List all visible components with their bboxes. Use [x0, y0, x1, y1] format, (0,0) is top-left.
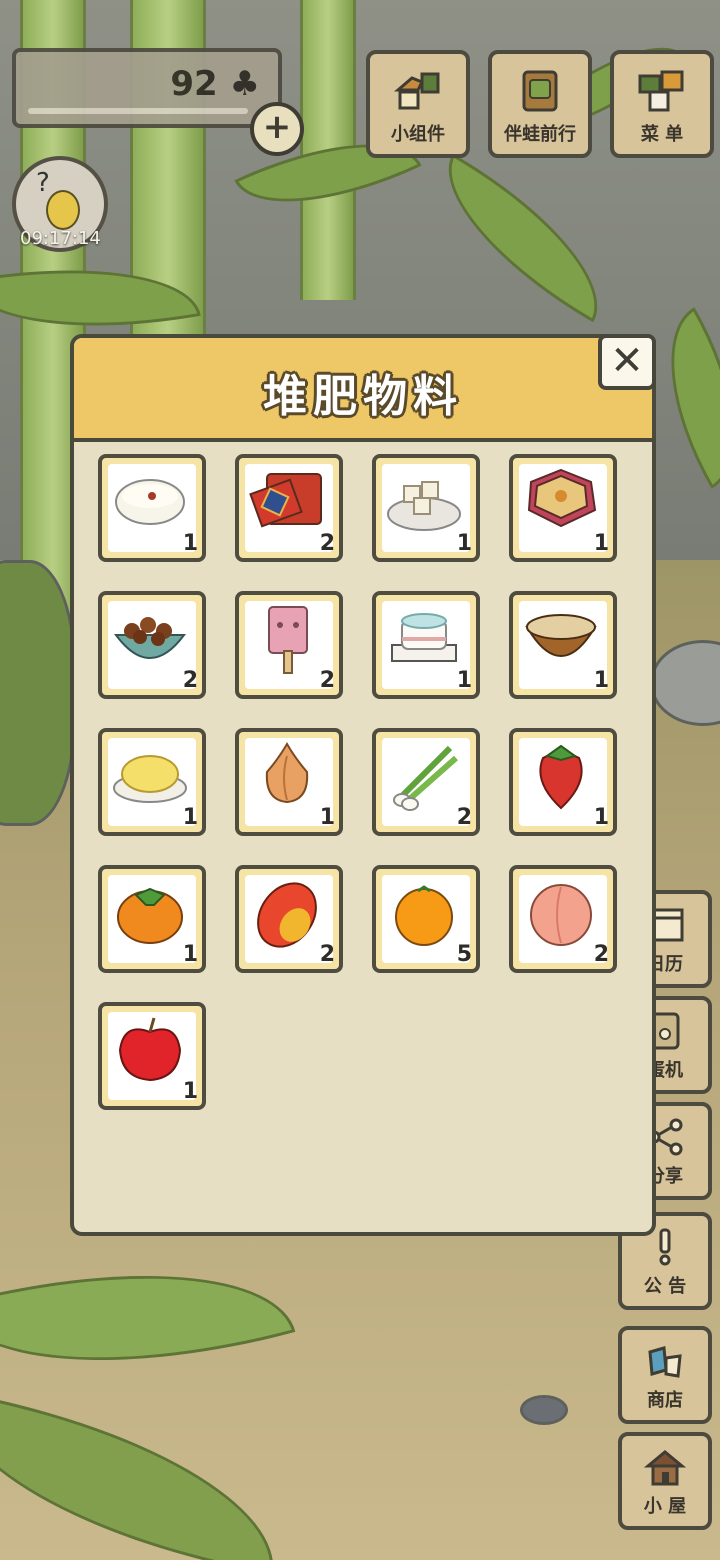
- clover-counter: 92 ♣: [12, 48, 282, 128]
- strawberry-icon: [539, 744, 583, 810]
- item-count: 1: [456, 668, 472, 693]
- item-slot[interactable]: 1: [98, 865, 206, 973]
- item-slot[interactable]: 1: [509, 728, 617, 836]
- shop-icon: [648, 1346, 682, 1378]
- clover-icon: ♣: [229, 64, 260, 104]
- question-mark-icon: ?: [36, 168, 50, 198]
- item-count: 2: [593, 942, 609, 967]
- lucky-gift-box-icon: [249, 473, 322, 528]
- item-count: 1: [593, 668, 609, 693]
- close-button[interactable]: ✕: [598, 334, 656, 390]
- item-count: 1: [182, 531, 198, 556]
- mandarin-orange-icon: [395, 885, 453, 946]
- widget-icon: [393, 72, 440, 110]
- item-slot[interactable]: 1: [98, 454, 206, 562]
- pink-popsicle-icon: [268, 606, 308, 674]
- house-label: 小 屋: [643, 1496, 687, 1517]
- chestnut-bowl-icon: [114, 617, 186, 659]
- item-slot[interactable]: 1: [372, 591, 480, 699]
- persimmon-icon: [117, 887, 183, 944]
- onion-icon: [265, 741, 309, 804]
- item-slot[interactable]: 1: [509, 591, 617, 699]
- mango-icon: [257, 882, 317, 948]
- bento-box-icon: [527, 468, 597, 528]
- item-count: 1: [593, 805, 609, 830]
- item-slot[interactable]: 5: [372, 865, 480, 973]
- item-count: 1: [182, 1079, 198, 1104]
- menu-button[interactable]: 菜 单: [610, 50, 714, 158]
- miso-soup-icon: [525, 614, 597, 657]
- green-onion-icon: [393, 745, 458, 811]
- item-count: 1: [456, 531, 472, 556]
- notice-label: 公 告: [643, 1276, 687, 1297]
- item-count: 5: [456, 942, 472, 967]
- close-icon: ✕: [610, 338, 644, 384]
- rice-porridge-icon: [115, 479, 185, 525]
- item-count: 2: [456, 805, 472, 830]
- item-slot[interactable]: 1: [372, 454, 480, 562]
- menu-label: 菜 单: [640, 124, 684, 145]
- shop-button[interactable]: 商店: [618, 1326, 712, 1424]
- widget-label: 小组件: [391, 124, 445, 145]
- widget-button[interactable]: 小组件: [366, 50, 470, 158]
- sponge-cake-icon: [391, 613, 457, 662]
- item-count: 1: [593, 531, 609, 556]
- peach-icon: [530, 884, 592, 946]
- frog-icon: [46, 190, 80, 230]
- shop-label: 商店: [647, 1390, 683, 1411]
- item-count: 1: [319, 805, 335, 830]
- item-count: 2: [319, 531, 335, 556]
- bush: [0, 560, 76, 826]
- pebble: [520, 1395, 568, 1425]
- frog-companion-label: 伴蛙前行: [504, 124, 576, 145]
- item-count: 2: [182, 668, 198, 693]
- item-count: 1: [182, 805, 198, 830]
- add-clover-button[interactable]: +: [250, 102, 304, 156]
- travel-timer: 09:17:14: [20, 228, 101, 249]
- item-slot[interactable]: 1: [235, 728, 343, 836]
- clover-count: 92 ♣: [170, 64, 260, 104]
- dialog-header: 堆肥物料: [74, 338, 652, 442]
- scrambled-egg-icon: [113, 755, 187, 803]
- frog-companion-icon: [522, 70, 558, 112]
- item-count: 2: [319, 668, 335, 693]
- tofu-plate-icon: [387, 481, 461, 531]
- apple-icon: [118, 1017, 182, 1082]
- item-slot[interactable]: 2: [235, 454, 343, 562]
- dialog-title: 堆肥物料: [263, 371, 463, 422]
- compost-materials-dialog: 堆肥物料 1 2 1 1 2 2 1 1 1 1 2 1 1 2 5 2 1: [70, 334, 656, 1236]
- item-count: 1: [182, 942, 198, 967]
- item-slot[interactable]: 1: [509, 454, 617, 562]
- menu-icon: [638, 70, 684, 112]
- item-slot[interactable]: 2: [509, 865, 617, 973]
- item-slot[interactable]: 2: [235, 591, 343, 699]
- house-button[interactable]: 小 屋: [618, 1432, 712, 1530]
- item-slot[interactable]: 2: [372, 728, 480, 836]
- item-slot[interactable]: 2: [98, 591, 206, 699]
- item-slot[interactable]: 1: [98, 1002, 206, 1110]
- item-slot[interactable]: 1: [98, 728, 206, 836]
- house-icon: [644, 1450, 686, 1486]
- item-count: 2: [319, 942, 335, 967]
- item-slot[interactable]: 2: [235, 865, 343, 973]
- clover-bar: [28, 108, 248, 114]
- frog-companion-button[interactable]: 伴蛙前行: [488, 50, 592, 158]
